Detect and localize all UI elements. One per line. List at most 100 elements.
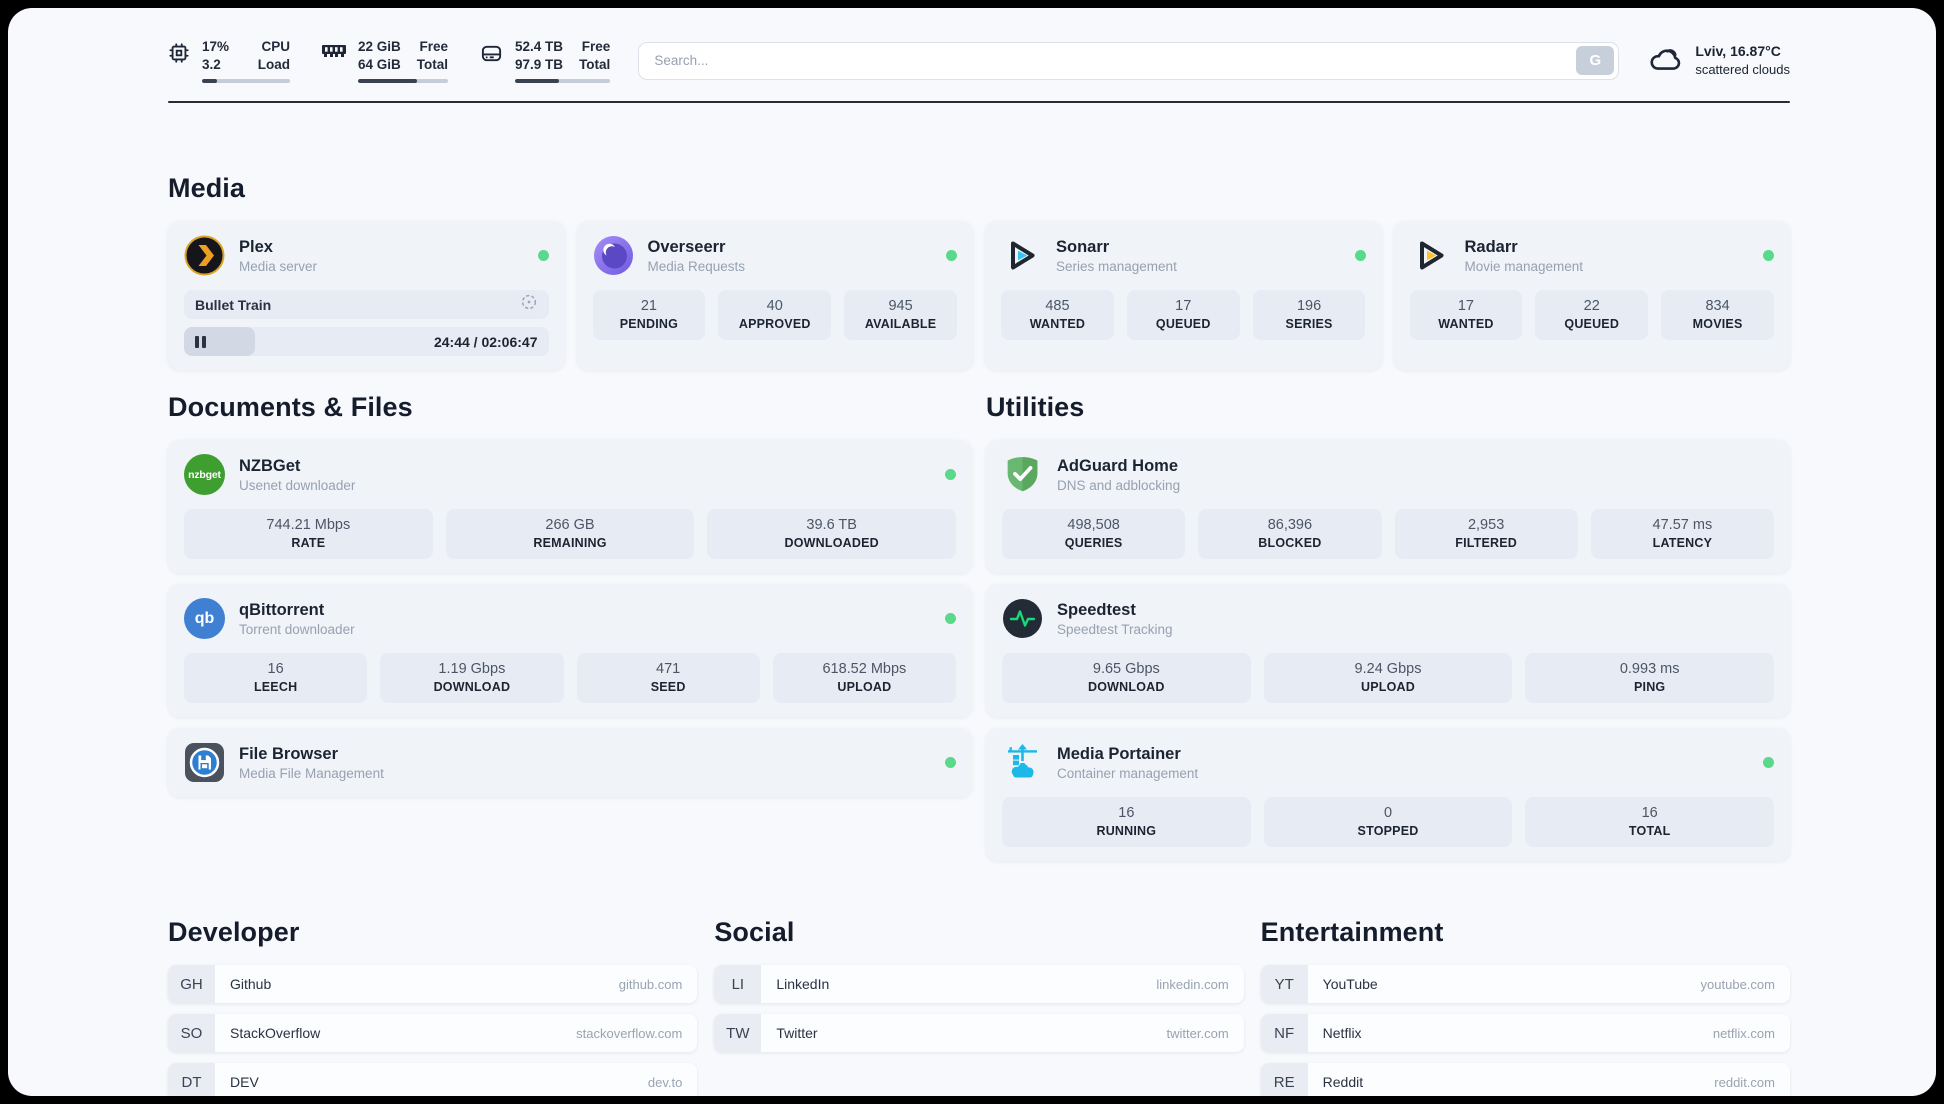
app-name: NZBGet [239,456,301,475]
developer-section-title: Developer [168,917,300,948]
reddit-abbr-icon: RE [1260,1063,1308,1096]
disk-free-value: 52.4 TB [515,39,564,54]
memory-progress-fill [358,79,417,84]
stackoverflow-abbr-icon: SO [168,1014,215,1053]
app-subtitle: Media server [239,258,318,274]
stat-rate: 744.21 Mbps RATE [184,509,433,560]
app-subtitle: Media Requests [647,258,746,274]
cpu-progress-track [202,79,290,84]
filebrowser-card[interactable]: File Browser Media File Management [168,728,972,798]
now-playing-row: Bullet Train [184,290,549,320]
app-subtitle: Container management [1057,765,1199,781]
link-github[interactable]: GH Github github.com [168,965,698,1004]
stat-wanted: 485 WANTED [1001,290,1114,341]
memory-progress-track [358,79,449,84]
app-subtitle: Torrent downloader [239,621,355,637]
portainer-card[interactable]: Media Portainer Container management 16 R… [986,728,1790,862]
cpu-load-label: Load [257,56,290,72]
radarr-icon [1410,235,1451,276]
disk-progress-fill [515,79,559,84]
stat-series: 196 SERIES [1252,290,1366,341]
app-name: Sonarr [1056,237,1110,256]
stat-queued: 22 QUEUED [1535,290,1649,341]
link-dev[interactable]: DT DEV dev.to [168,1063,698,1096]
stat-blocked: 86,396 BLOCKED [1198,509,1382,560]
filebrowser-icon [184,742,225,783]
cloud-icon [1647,43,1684,79]
weather-widget: Lviv, 16.87°C scattered clouds [1647,42,1790,78]
sonarr-card[interactable]: Sonarr Series management 485 WANTED 17 QUE… [985,221,1382,371]
status-dot [1354,250,1366,262]
section-documents: Documents & Files nzbget NZBGet Usenet d… [168,392,972,861]
link-youtube[interactable]: YT YouTube youtube.com [1260,965,1790,1004]
disk-stat: 52.4 TB 97.9 TB Free Total [480,38,611,84]
ram-icon [322,42,346,65]
status-dot [1763,757,1774,769]
app-subtitle: Speedtest Tracking [1057,621,1173,637]
pause-icon[interactable] [195,335,206,348]
stat-queries: 498,508 QUERIES [1002,509,1186,560]
section-entertainment: Entertainment YT YouTube youtube.com NF … [1260,917,1790,1096]
search-bar: G [638,41,1620,80]
app-name: Plex [239,237,273,256]
plex-icon [184,235,225,276]
status-dot [1763,250,1774,262]
app-name: File Browser [239,744,339,763]
memory-total-value: 64 GiB [358,56,401,72]
plex-card[interactable]: Plex Media server Bullet Train 24:44 / 0… [168,221,565,371]
live-photo-icon [520,293,538,316]
cpu-progress-fill [202,79,217,84]
stat-queued: 17 QUEUED [1126,290,1240,341]
sonarr-icon [1001,235,1042,276]
stat-download: 9.65 Gbps DOWNLOAD [1002,653,1251,704]
overseerr-icon [593,235,634,276]
search-input[interactable] [638,41,1620,80]
dashboard-frame: 17% 3.2 CPU Load 22 GiB 64 GiB Free Tota… [8,8,1936,1096]
stat-leech: 16 LEECH [184,653,368,704]
memory-stat: 22 GiB 64 GiB Free Total [322,38,449,84]
app-subtitle: Movie management [1464,258,1584,274]
adguard-card[interactable]: AdGuard Home DNS and adblocking 498,508 Q… [986,440,1790,574]
stat-ping: 0.993 ms PING [1525,653,1775,704]
adguard-shield-icon [1002,454,1043,495]
google-search-button[interactable]: G [1576,46,1615,76]
status-dot [945,469,956,481]
app-name: Radarr [1464,237,1518,256]
app-subtitle: Usenet downloader [239,477,356,493]
app-subtitle: Series management [1056,258,1177,274]
youtube-abbr-icon: YT [1260,965,1308,1004]
disk-total-value: 97.9 TB [515,56,564,72]
link-linkedin[interactable]: LI LinkedIn linkedin.com [714,965,1244,1004]
stat-total: 16 TOTAL [1525,797,1775,848]
speedtest-pulse-icon [1002,598,1043,639]
app-name: Speedtest [1057,600,1136,619]
overseerr-card[interactable]: Overseerr Media Requests 21 PENDING 40 APP… [576,221,973,371]
radarr-card[interactable]: Radarr Movie management 17 WANTED 22 QUEUE… [1393,221,1790,371]
stat-pending: 21 PENDING [592,290,706,341]
portainer-crane-icon [1002,742,1043,783]
app-subtitle: Media File Management [239,765,384,781]
twitter-abbr-icon: TW [714,1014,762,1053]
app-name: AdGuard Home [1057,456,1179,475]
qbittorrent-icon: qb [184,598,225,640]
link-twitter[interactable]: TW Twitter twitter.com [714,1014,1244,1053]
stat-remaining: 266 GB REMAINING [445,509,695,560]
cpu-icon [168,42,190,69]
weather-location-temp: Lviv, 16.87°C [1695,43,1781,60]
memory-total-label: Total [416,56,449,72]
utilities-section-title: Utilities [986,392,1085,423]
app-name: Overseerr [647,237,726,256]
speedtest-card[interactable]: Speedtest Speedtest Tracking 9.65 Gbps DO… [986,584,1790,718]
header: 17% 3.2 CPU Load 22 GiB 64 GiB Free Tota… [168,38,1790,84]
link-reddit[interactable]: RE Reddit reddit.com [1260,1063,1790,1096]
header-divider [168,101,1790,104]
stat-running: 16 RUNNING [1002,797,1251,848]
link-stackoverflow[interactable]: SO StackOverflow stackoverflow.com [168,1014,698,1053]
qbittorrent-card[interactable]: qb qBittorrent Torrent downloader 16 LEEC… [168,584,972,718]
link-netflix[interactable]: NF Netflix netflix.com [1260,1014,1790,1053]
cpu-usage-label: CPU [261,39,290,54]
nzbget-card[interactable]: nzbget NZBGet Usenet downloader 744.21 M… [168,440,972,574]
status-dot [946,250,957,262]
dev-abbr-icon: DT [168,1063,215,1096]
section-social: Social LI LinkedIn linkedin.com TW Twitt… [714,917,1244,1096]
